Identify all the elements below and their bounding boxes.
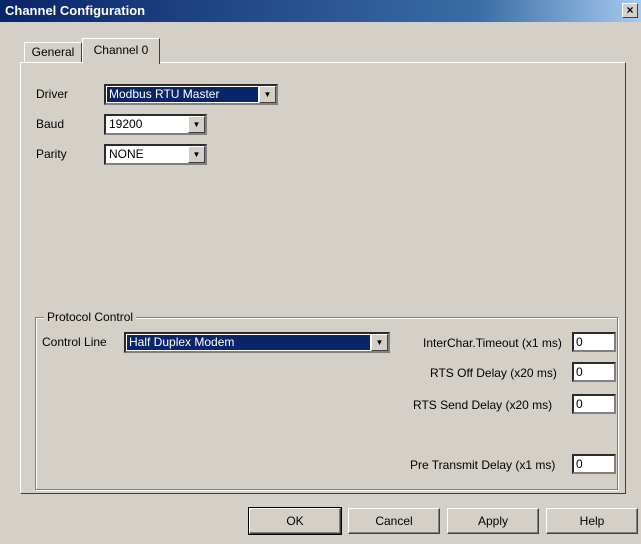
driver-label: Driver [36, 87, 68, 101]
pre-transmit-delay-label: Pre Transmit Delay (x1 ms) [410, 458, 556, 472]
rts-send-delay-label: RTS Send Delay (x20 ms) [413, 398, 553, 412]
protocol-control-legend: Protocol Control [44, 310, 137, 324]
control-line-value: Half Duplex Modem [127, 335, 370, 350]
chevron-down-icon[interactable]: ▼ [259, 86, 276, 103]
ok-button[interactable]: OK [248, 507, 342, 535]
driver-value: Modbus RTU Master [107, 87, 258, 102]
chevron-down-icon[interactable]: ▼ [188, 116, 205, 133]
tab-general[interactable]: General [24, 42, 82, 63]
window-title: Channel Configuration [5, 3, 146, 18]
baud-value: 19200 [109, 117, 143, 131]
baud-label: Baud [36, 117, 65, 131]
rts-off-delay-label: RTS Off Delay (x20 ms) [430, 366, 557, 380]
apply-button[interactable]: Apply [447, 508, 539, 534]
chevron-down-icon[interactable]: ▼ [188, 146, 205, 163]
pre-transmit-delay-input[interactable]: 0 [572, 454, 616, 474]
parity-value: NONE [109, 147, 144, 161]
control-line-select[interactable]: Half Duplex Modem ▼ [124, 332, 390, 353]
rts-off-delay-input[interactable]: 0 [572, 362, 616, 382]
chevron-down-icon[interactable]: ▼ [371, 334, 388, 351]
parity-label: Parity [36, 147, 67, 161]
help-button[interactable]: Help [546, 508, 638, 534]
tab-channel-0[interactable]: Channel 0 [82, 38, 160, 64]
rts-send-delay-input[interactable]: 0 [572, 394, 616, 414]
cancel-button[interactable]: Cancel [348, 508, 440, 534]
interchar-timeout-input[interactable]: 0 [572, 332, 616, 352]
control-line-label: Control Line [42, 335, 107, 349]
title-bar[interactable]: Channel Configuration × [0, 0, 641, 22]
interchar-timeout-label: InterChar.Timeout (x1 ms) [423, 336, 562, 350]
close-icon[interactable]: × [622, 3, 638, 18]
baud-select[interactable]: 19200 ▼ [104, 114, 207, 135]
driver-select[interactable]: Modbus RTU Master ▼ [104, 84, 278, 105]
parity-select[interactable]: NONE ▼ [104, 144, 207, 165]
